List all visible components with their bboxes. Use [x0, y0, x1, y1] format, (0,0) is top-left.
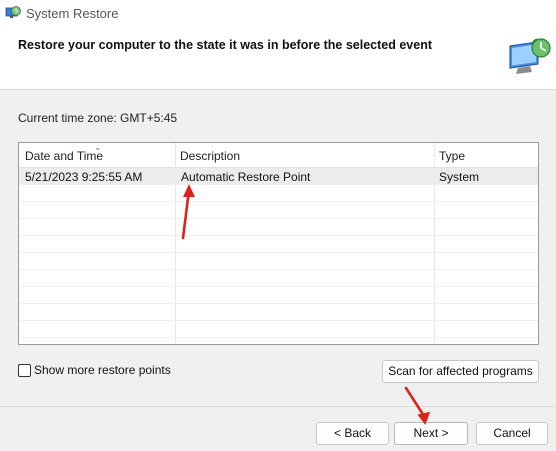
cell-date: 5/21/2023 9:25:55 AM — [25, 170, 143, 184]
window-title: System Restore — [26, 6, 119, 21]
cell-type: System — [439, 170, 480, 184]
header-panel: Restore your computer to the state it wa… — [0, 28, 556, 89]
scan-affected-programs-button[interactable]: Scan for affected programs — [382, 360, 539, 383]
empty-row — [19, 270, 538, 287]
restore-monitor-icon — [509, 38, 551, 74]
empty-row — [19, 304, 538, 321]
empty-row — [19, 236, 538, 253]
annotation-arrow-icon — [404, 386, 431, 425]
empty-row — [19, 185, 538, 202]
empty-row — [19, 219, 538, 236]
header-divider — [0, 89, 556, 90]
sort-indicator-icon: ⌄ — [94, 142, 102, 152]
empty-row — [19, 202, 538, 219]
empty-row — [19, 287, 538, 304]
title-bar: System Restore — [0, 0, 556, 28]
column-header-type[interactable]: Type — [439, 149, 465, 163]
cancel-button[interactable]: Cancel — [476, 422, 548, 445]
show-more-checkbox[interactable] — [18, 364, 31, 377]
restore-points-table[interactable]: Date and Time ⌄ Description Type 5/21/20… — [18, 142, 539, 345]
timezone-label: Current time zone: GMT+5:45 — [18, 111, 178, 125]
back-button[interactable]: < Back — [316, 422, 389, 445]
annotation-arrow-icon — [181, 184, 195, 240]
show-more-label[interactable]: Show more restore points — [34, 363, 171, 377]
table-header: Date and Time ⌄ Description Type — [19, 143, 538, 168]
column-header-description[interactable]: Description — [180, 149, 240, 163]
empty-row — [19, 321, 538, 338]
system-restore-icon — [5, 6, 21, 18]
footer-divider — [0, 406, 556, 407]
column-header-date[interactable]: Date and Time — [25, 149, 103, 163]
page-heading: Restore your computer to the state it wa… — [18, 38, 432, 52]
empty-row — [19, 253, 538, 270]
table-row[interactable]: 5/21/2023 9:25:55 AM Automatic Restore P… — [19, 168, 538, 185]
